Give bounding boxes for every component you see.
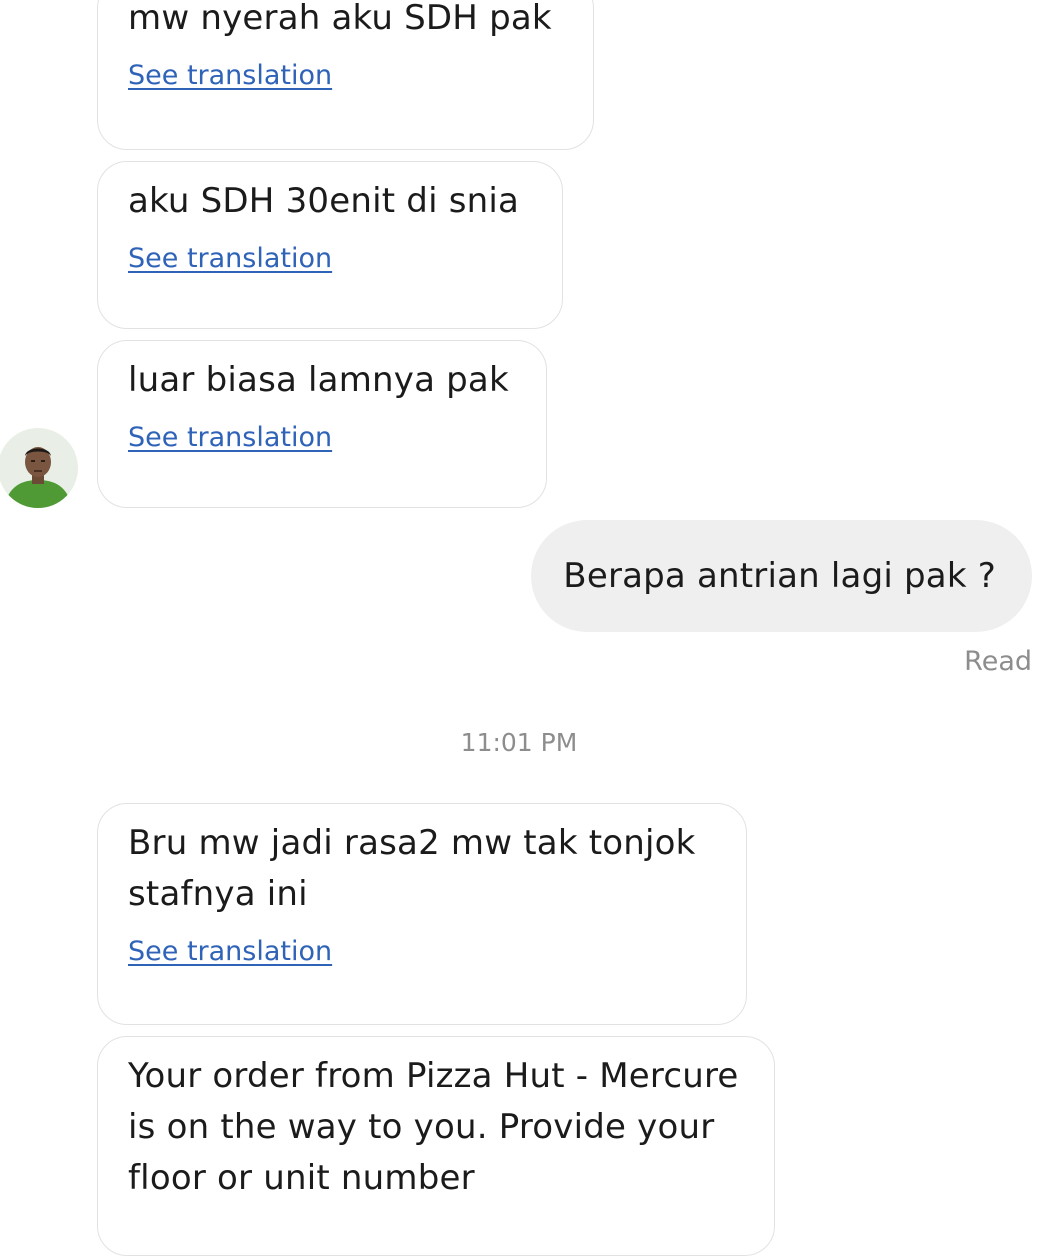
chat-thread: mw nyerah aku SDH pak See translation ak… xyxy=(0,0,1038,1256)
see-translation-link[interactable]: See translation xyxy=(128,58,332,94)
driver-avatar[interactable] xyxy=(0,428,78,508)
read-receipt: Read xyxy=(964,646,1032,677)
see-translation-link[interactable]: See translation xyxy=(128,241,332,277)
message-text: luar biasa lamnya pak xyxy=(128,360,509,400)
see-translation-link[interactable]: See translation xyxy=(128,420,332,456)
message-text: Bru mw jadi rasa2 mw tak tonjok stafnya … xyxy=(128,823,707,914)
message-text: mw nyerah aku SDH pak xyxy=(128,0,552,38)
see-translation-link[interactable]: See translation xyxy=(128,934,332,970)
message-text: Berapa antrian lagi pak ? xyxy=(563,556,996,596)
message-text: Your order from Pizza Hut - Mercure is o… xyxy=(128,1056,750,1198)
incoming-message-bubble: mw nyerah aku SDH pak See translation xyxy=(97,0,594,150)
incoming-message-bubble: aku SDH 30enit di snia See translation xyxy=(97,161,563,329)
timestamp-divider: 11:01 PM xyxy=(460,728,578,757)
incoming-message-bubble: Your order from Pizza Hut - Mercure is o… xyxy=(97,1036,775,1256)
message-text: aku SDH 30enit di snia xyxy=(128,181,520,221)
outgoing-message-bubble: Berapa antrian lagi pak ? xyxy=(531,520,1032,632)
avatar-icon xyxy=(0,428,78,508)
incoming-message-bubble: Bru mw jadi rasa2 mw tak tonjok stafnya … xyxy=(97,803,747,1025)
incoming-message-bubble: luar biasa lamnya pak See translation xyxy=(97,340,547,508)
